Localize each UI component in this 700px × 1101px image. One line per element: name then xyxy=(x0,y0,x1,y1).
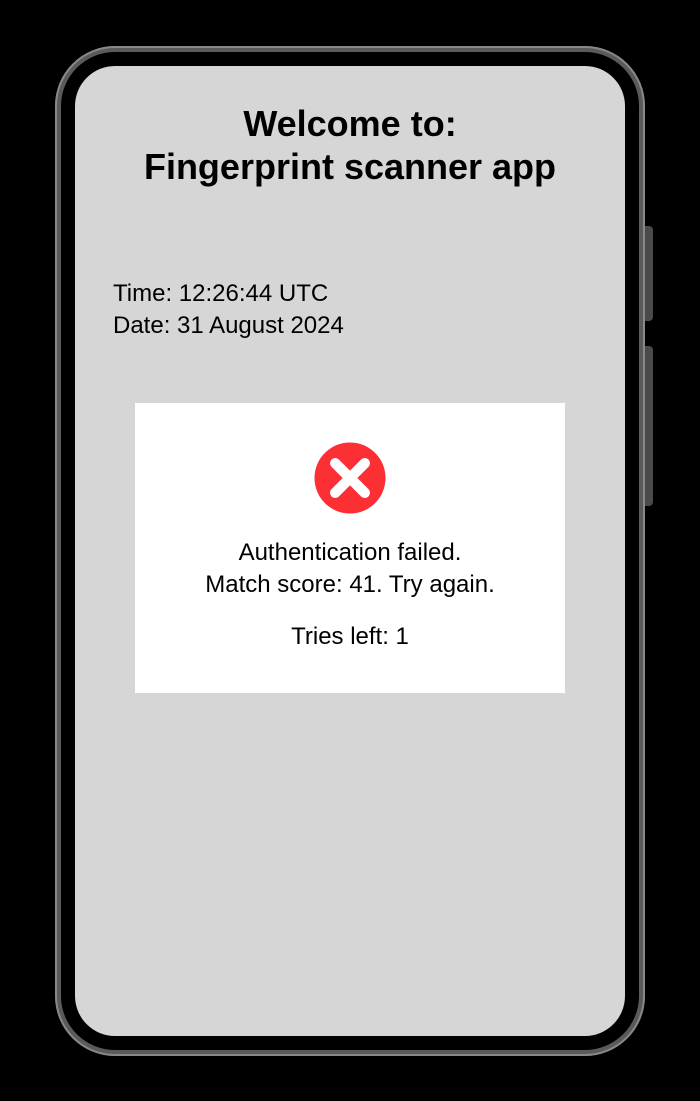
date-label: Date: xyxy=(113,312,177,339)
tries-left: Tries left: 1 xyxy=(155,623,545,651)
time-row: Time: 12:26:44 UTC xyxy=(113,278,605,310)
date-row: Date: 31 August 2024 xyxy=(113,310,605,342)
status-line-1: Authentication failed. xyxy=(155,537,545,569)
status-message: Authentication failed. Match score: 41. … xyxy=(155,537,545,602)
status-line-2: Match score: 41. Try again. xyxy=(155,569,545,601)
time-label: Time: xyxy=(113,280,179,307)
phone-bezel: Welcome to: Fingerprint scanner app Time… xyxy=(61,52,639,1050)
phone-side-button-bottom xyxy=(645,346,653,506)
title-line-1: Welcome to: xyxy=(243,103,456,144)
error-x-icon xyxy=(313,441,387,515)
page-title: Welcome to: Fingerprint scanner app xyxy=(95,102,605,188)
phone-frame: Welcome to: Fingerprint scanner app Time… xyxy=(55,46,645,1056)
status-card: Authentication failed. Match score: 41. … xyxy=(135,403,565,694)
screen: Welcome to: Fingerprint scanner app Time… xyxy=(75,66,625,1036)
phone-side-button-top xyxy=(645,226,653,321)
date-value: 31 August 2024 xyxy=(177,312,344,339)
time-value: 12:26:44 UTC xyxy=(179,280,328,307)
title-line-2: Fingerprint scanner app xyxy=(144,146,556,187)
datetime-block: Time: 12:26:44 UTC Date: 31 August 2024 xyxy=(113,278,605,343)
